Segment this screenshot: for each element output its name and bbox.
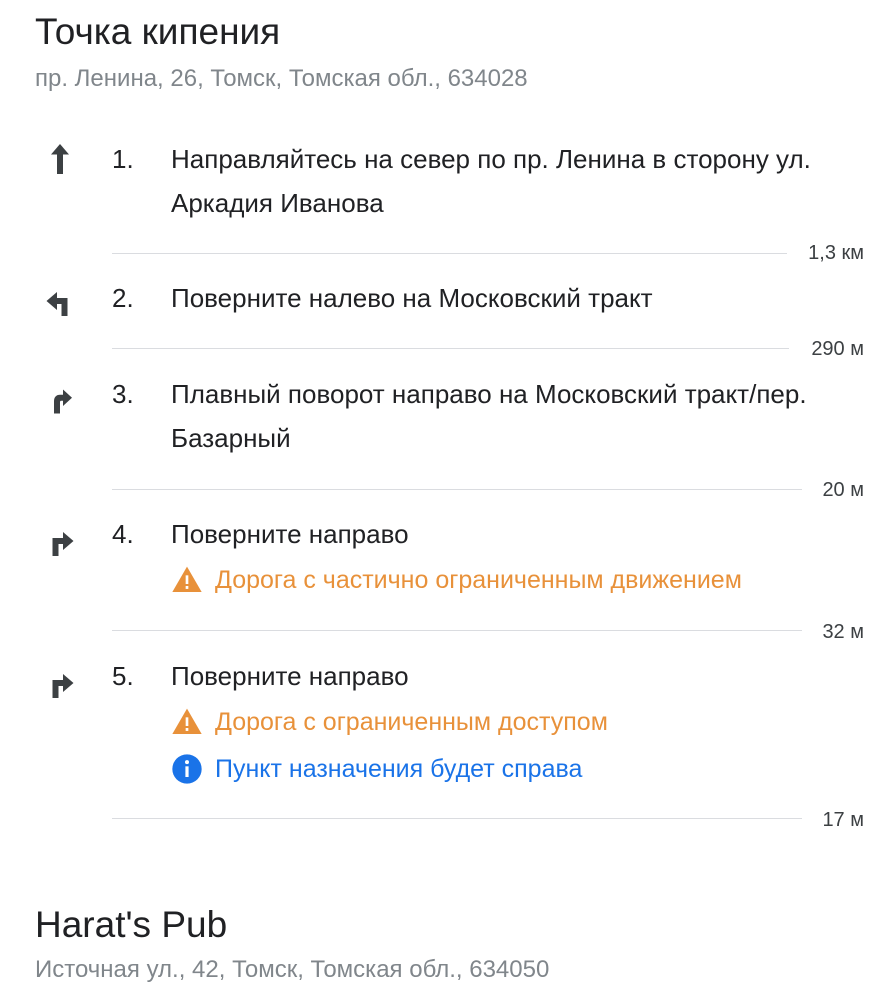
step-distance: 290 м	[811, 338, 864, 360]
arrow-up-icon	[42, 141, 78, 177]
step-instruction: Поверните направо	[171, 519, 409, 549]
slight-right-icon	[42, 382, 78, 418]
info-text: Пункт назначения будет справа	[215, 754, 583, 783]
destination-info: Пункт назначения будет справа	[171, 752, 582, 786]
step-instruction: Плавный поворот направо на Московский тр…	[171, 379, 807, 453]
step-number: 3.	[112, 379, 134, 409]
step-distance: 32 м	[822, 621, 864, 643]
step-divider	[112, 489, 802, 490]
step-instruction: Поверните налево на Московский тракт	[171, 283, 653, 313]
origin-block: Точка кипения пр. Ленина, 26, Томск, Том…	[35, 10, 528, 94]
step-number: 5.	[112, 661, 134, 691]
turn-left-icon	[42, 286, 78, 322]
destination-block: Harat's Pub Источная ул., 42, Томск, Том…	[35, 903, 549, 985]
step-divider	[112, 630, 802, 631]
step-divider	[112, 818, 802, 819]
warning-icon	[172, 708, 202, 734]
origin-name: Точка кипения	[35, 11, 281, 52]
step-instruction: Поверните направо	[171, 661, 409, 691]
warning-icon	[172, 566, 202, 592]
restriction-warning: Дорога с ограниченным доступом	[171, 705, 608, 739]
step-instruction: Направляйтесь на север по пр. Ленина в с…	[171, 144, 811, 218]
info-icon	[172, 754, 202, 784]
warning-text: Дорога с частично ограниченным движением	[215, 565, 742, 594]
turn-right-icon	[42, 668, 78, 704]
warning-text: Дорога с ограниченным доступом	[215, 707, 608, 736]
restriction-warning: Дорога с частично ограниченным движением	[171, 563, 742, 597]
step-distance: 20 м	[822, 479, 864, 501]
step-number: 2.	[112, 283, 134, 313]
step-divider	[112, 348, 789, 349]
step-number: 1.	[112, 144, 134, 174]
step-number: 4.	[112, 519, 134, 549]
step-distance: 17 м	[822, 809, 864, 831]
destination-name: Harat's Pub	[35, 904, 228, 945]
step-divider	[112, 253, 787, 254]
origin-address: пр. Ленина, 26, Томск, Томская обл., 634…	[35, 65, 528, 92]
turn-right-icon	[42, 526, 78, 562]
destination-address: Источная ул., 42, Томск, Томская обл., 6…	[35, 956, 550, 983]
step-distance: 1,3 км	[808, 242, 864, 264]
